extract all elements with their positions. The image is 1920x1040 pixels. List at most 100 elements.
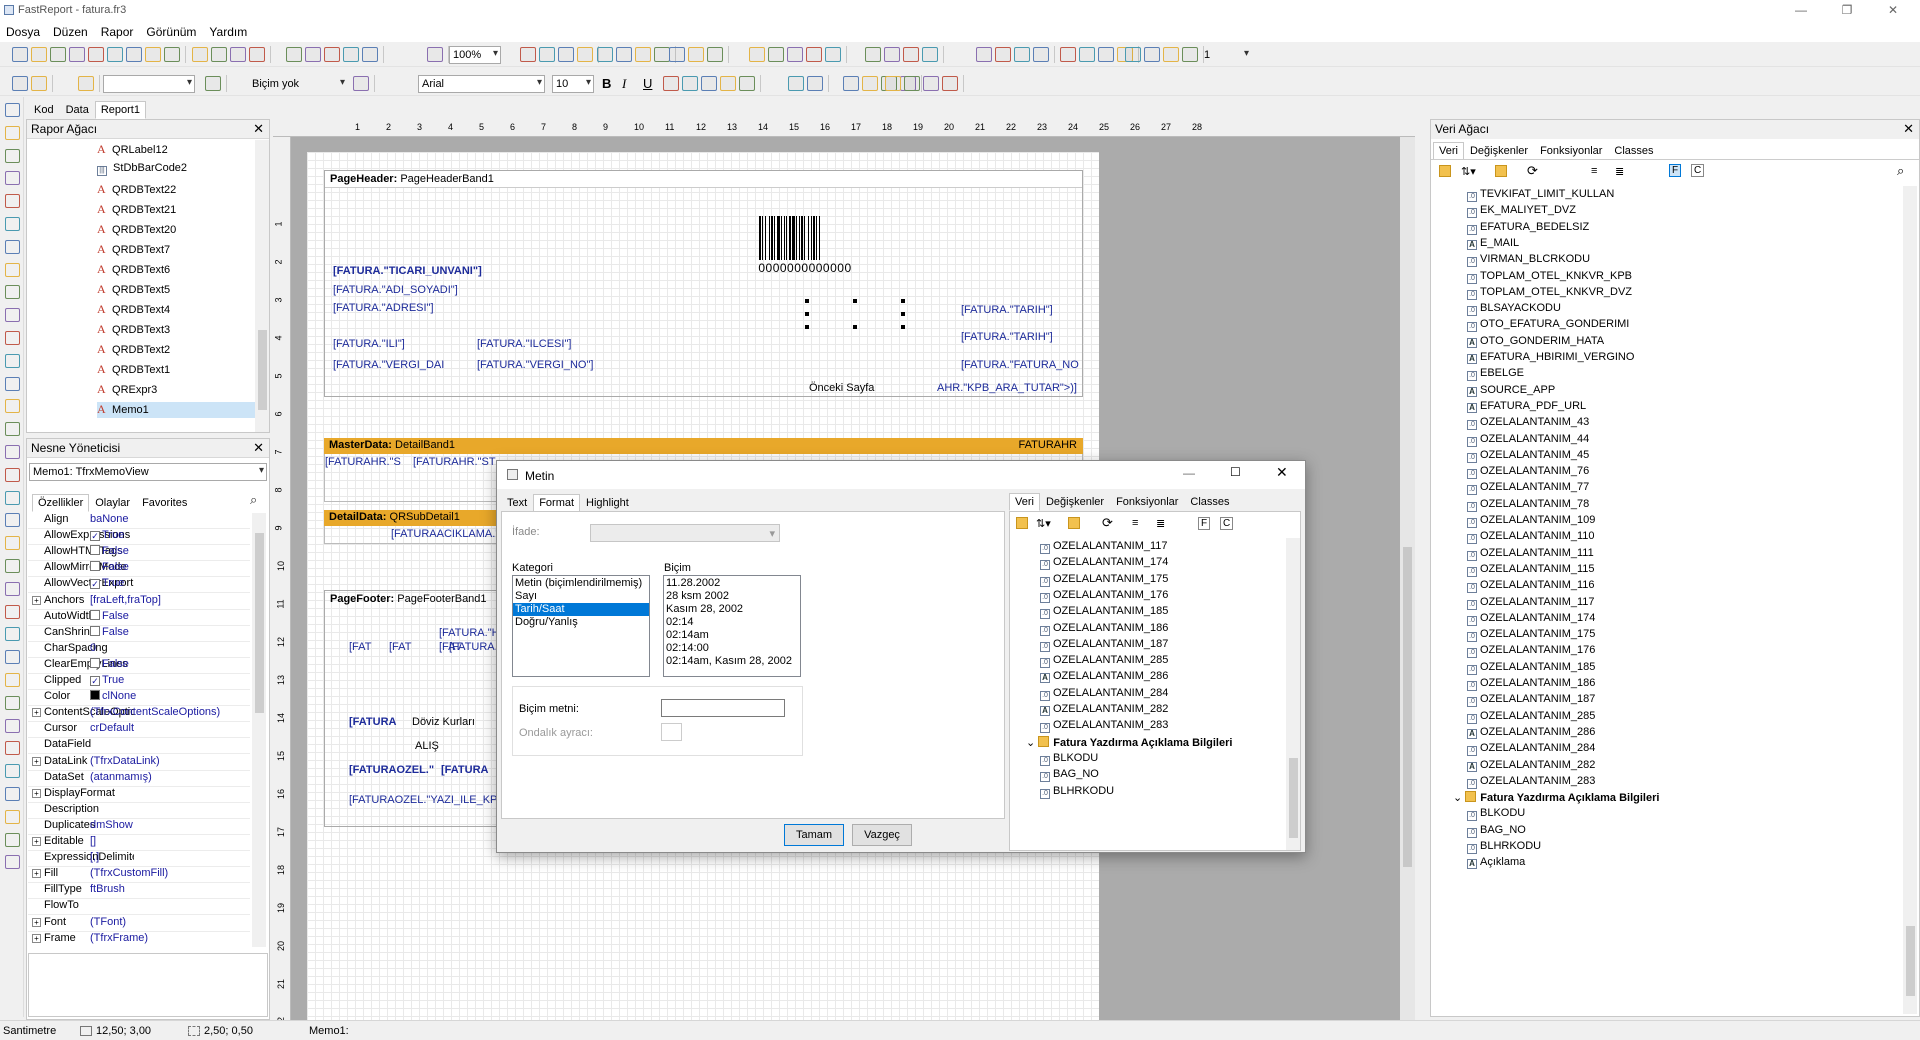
checkbox-icon[interactable]	[90, 657, 100, 668]
report-tree-item[interactable]: A QRDBText22	[97, 182, 176, 198]
checkbox-icon[interactable]	[90, 561, 100, 572]
tab-highlight[interactable]: Highlight	[580, 494, 635, 512]
property-row[interactable]: Color clNone	[28, 690, 250, 707]
toolbar-tool-icon[interactable]	[305, 47, 321, 62]
tree-field-item[interactable]: .0 EK_MALIYET_DVZ	[1467, 204, 1576, 220]
checkbox-icon[interactable]	[90, 545, 100, 556]
property-value[interactable]: ✓ True	[90, 529, 124, 542]
expand-icon[interactable]: +	[32, 933, 41, 943]
tree-field-item[interactable]: .0 OZELALANTANIM_43	[1467, 416, 1589, 432]
style-list-combo[interactable]	[103, 75, 195, 93]
bicim-item[interactable]: 02:14	[664, 616, 800, 629]
tree-field-item[interactable]: .0 BLKODU	[1040, 752, 1098, 768]
add-dataset-icon[interactable]	[1495, 165, 1507, 177]
tab-classes[interactable]: Classes	[1608, 142, 1659, 160]
tree-field-item[interactable]: .0 TOPLAM_OTEL_KNKVR_DVZ	[1467, 286, 1632, 302]
property-value[interactable]: crDefault	[90, 722, 134, 734]
toolbar-tool-icon[interactable]	[145, 47, 161, 62]
toolbar-tool-icon[interactable]	[1079, 47, 1095, 62]
tree-field-item[interactable]: .0 OZELALANTANIM_187	[1467, 693, 1595, 709]
tree-field-item[interactable]: .0 OZELALANTANIM_110	[1467, 530, 1595, 546]
toolbar-tool-icon[interactable]	[78, 76, 94, 91]
property-value[interactable]: False	[90, 657, 129, 670]
expand-icon[interactable]: ⌄	[1453, 792, 1465, 804]
toolbar-tool-icon[interactable]	[126, 47, 142, 62]
toolbar-tool-icon[interactable]	[654, 47, 670, 62]
toolbar-tool-icon[interactable]	[942, 76, 958, 91]
c-icon[interactable]: C	[1220, 517, 1234, 530]
insert-object-tool-icon[interactable]	[5, 217, 20, 231]
faturahr-s-field[interactable]: [FATURAHR."S	[325, 456, 401, 468]
toolbar-tool-icon[interactable]	[192, 47, 208, 62]
tree-field-item[interactable]: .0 EBELGE	[1467, 367, 1524, 383]
report-tree-item[interactable]: A QRDBText20	[97, 222, 176, 238]
ifade-combo[interactable]: ▾	[590, 524, 780, 542]
tree-field-item[interactable]: .0 OZELALANTANIM_285	[1467, 710, 1595, 726]
database-icon[interactable]	[1439, 165, 1451, 177]
toolbar-tool-icon[interactable]	[768, 47, 784, 62]
toolbar-tool-icon[interactable]	[520, 47, 536, 62]
property-row[interactable]: Description	[28, 803, 250, 819]
bicim-item[interactable]: 11.28.2002	[664, 577, 800, 590]
tree-field-item[interactable]: .0 BLKODU	[1467, 807, 1525, 823]
toolbar-tool-icon[interactable]	[1163, 47, 1179, 62]
search-icon[interactable]: ⌕	[250, 492, 257, 508]
expand-icon[interactable]: +	[32, 869, 41, 879]
report-tree-item[interactable]: A QRDBText21	[97, 202, 176, 218]
tree-field-item[interactable]: .0 OZELALANTANIM_116	[1467, 579, 1595, 595]
property-row[interactable]: FlowTo	[28, 899, 250, 916]
tree-field-item[interactable]: .0 OZELALANTANIM_185	[1040, 605, 1168, 621]
toolbar-tool-icon[interactable]	[688, 47, 704, 62]
bicim-metni-input[interactable]	[661, 699, 785, 717]
tree-field-item[interactable]: .0 OZELALANTANIM_111	[1467, 547, 1594, 563]
property-row[interactable]: CanShrink False	[28, 625, 250, 642]
close-button[interactable]: ✕	[1870, 0, 1916, 22]
tree-field-item[interactable]: .0 OZELALANTANIM_185	[1467, 661, 1595, 677]
report-tree-item[interactable]: A QRDBText4	[97, 302, 170, 318]
tree-field-item[interactable]: .0 OZELALANTANIM_76	[1467, 465, 1589, 481]
kategori-list[interactable]: Metin (biçimlendirilmemiş) Sayı Tarih/Saat…	[512, 575, 650, 677]
menu-rapor[interactable]: Rapor	[95, 22, 141, 39]
toolbar-tool-icon[interactable]	[825, 47, 841, 62]
property-value[interactable]: baNone	[90, 513, 129, 525]
insert-object-tool-icon[interactable]	[5, 399, 20, 414]
ozel-field-2[interactable]: [FATURA	[441, 764, 488, 776]
bicim-item[interactable]: Kasım 28, 2002	[664, 603, 800, 616]
font-name-combo[interactable]: Arial	[418, 75, 545, 93]
selected-object-handles[interactable]	[805, 299, 905, 329]
toolbar-tool-icon[interactable]	[904, 76, 920, 91]
tree-group-node[interactable]: ⌄ Fatura Yazdırma Açıklama Bilgileri	[1453, 791, 1659, 807]
toolbar-tool-icon[interactable]	[539, 47, 555, 62]
tree-field-item[interactable]: A E_MAIL	[1467, 237, 1519, 253]
toolbar-tool-icon[interactable]	[739, 76, 755, 91]
property-value[interactable]: (atanmamış)	[90, 771, 152, 783]
menu-yardim[interactable]: Yardım	[203, 22, 254, 39]
property-value[interactable]: False	[90, 609, 129, 622]
property-value[interactable]: ✓ True	[90, 674, 124, 686]
property-value[interactable]: [fraLeft,fraTop]	[90, 594, 161, 606]
property-row[interactable]: + Editable []	[28, 835, 250, 851]
toolbar-tool-icon[interactable]	[69, 47, 85, 62]
property-row[interactable]: Duplicates dmShow	[28, 819, 250, 835]
tree-field-item[interactable]: .0 BLHRKODU	[1467, 840, 1541, 856]
kategori-item[interactable]: Doğru/Yanlış	[513, 616, 649, 629]
expand-icon[interactable]: ⌄	[1026, 737, 1038, 749]
collapse-icon[interactable]: ≣	[1615, 165, 1624, 178]
toolbar-tool-icon[interactable]	[1098, 47, 1114, 62]
tab-veri[interactable]: Veri	[1433, 142, 1464, 160]
onceki-sayfa-label[interactable]: Önceki Sayfa	[809, 382, 874, 394]
add-dataset-icon[interactable]	[1068, 517, 1080, 529]
toolbar-tool-icon[interactable]	[31, 47, 47, 62]
insert-object-tool-icon[interactable]	[5, 376, 20, 391]
toolbar-tool-icon[interactable]	[12, 47, 28, 62]
collapse-icon[interactable]: ≣	[1156, 517, 1165, 530]
tree-field-item[interactable]: .0 OZELALANTANIM_175	[1040, 573, 1168, 589]
adi-soyadi-field[interactable]: [FATURA."ADI_SOYADI"]	[333, 284, 458, 296]
tree-search-input[interactable]	[1715, 164, 1891, 179]
tree-field-item[interactable]: A OTO_GONDERIM_HATA	[1467, 335, 1604, 351]
report-tree-item[interactable]: A QRExpr3	[97, 382, 157, 398]
barcode[interactable]: 0000000000000	[757, 216, 853, 275]
font-size-combo[interactable]: 10	[552, 75, 594, 93]
toolbar-tool-icon[interactable]	[1014, 47, 1030, 62]
kategori-item[interactable]: Sayı	[513, 590, 649, 603]
